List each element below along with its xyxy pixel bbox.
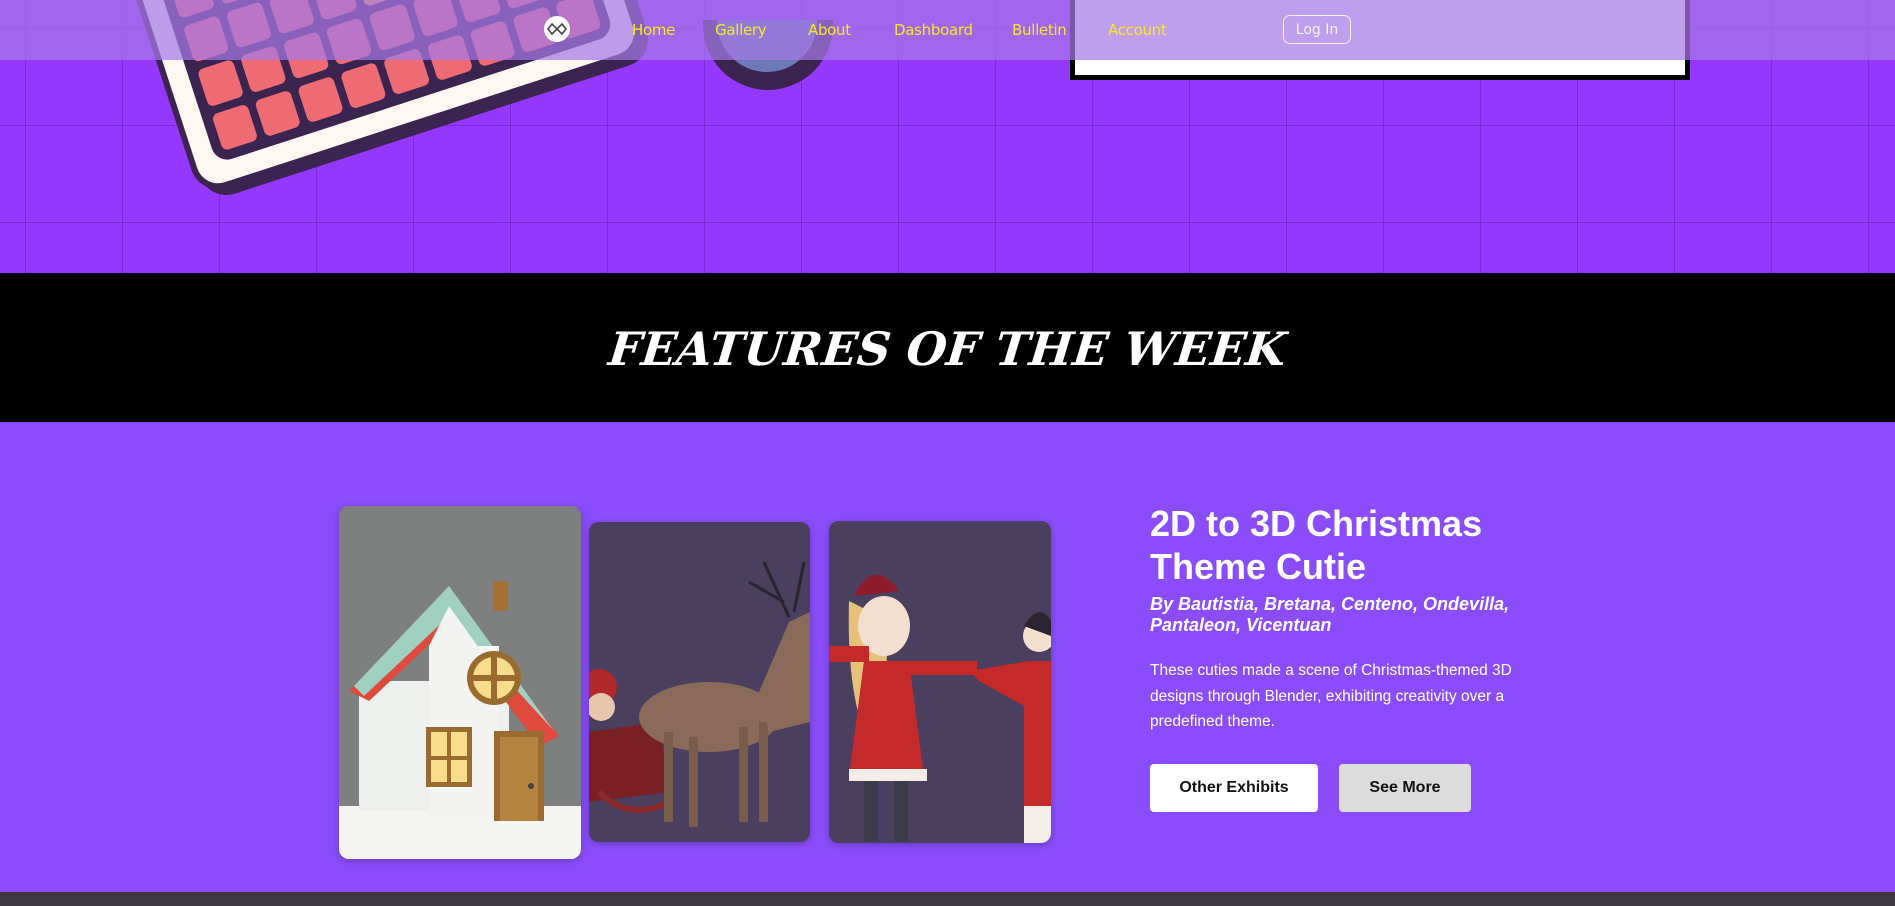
reindeer-image[interactable]: [589, 522, 810, 842]
nav-link-bulletin[interactable]: Bulletin: [1012, 21, 1067, 39]
see-more-button[interactable]: See More: [1339, 764, 1471, 812]
other-exhibits-button[interactable]: Other Exhibits: [1150, 764, 1318, 812]
feature-title: 2D to 3D Christmas Theme Cutie: [1150, 503, 1483, 587]
login-button[interactable]: Log In: [1283, 15, 1351, 44]
nav-link-gallery[interactable]: Gallery: [715, 21, 767, 39]
logo-icon[interactable]: [544, 16, 570, 42]
feature-authors: By Bautistia, Bretana, Centeno, Ondevill…: [1150, 594, 1510, 635]
features-band: FEATURES OF THE WEEK: [0, 273, 1895, 422]
navbar: Home Gallery About Dashboard Bulletin Ac…: [0, 0, 1895, 60]
nav-link-account[interactable]: Account: [1108, 21, 1167, 39]
nav-link-about[interactable]: About: [808, 21, 851, 39]
feature-description: These cuties made a scene of Christmas-t…: [1150, 662, 1512, 730]
footer-strip: [0, 892, 1895, 906]
feature-section: 2D to 3D Christmas Theme Cutie By Bautis…: [0, 422, 1895, 892]
house-image[interactable]: [339, 506, 581, 859]
nav-link-dashboard[interactable]: Dashboard: [894, 21, 973, 39]
santa-image[interactable]: [829, 521, 1051, 843]
nav-link-home[interactable]: Home: [632, 21, 675, 39]
features-heading: FEATURES OF THE WEEK: [606, 321, 1289, 376]
